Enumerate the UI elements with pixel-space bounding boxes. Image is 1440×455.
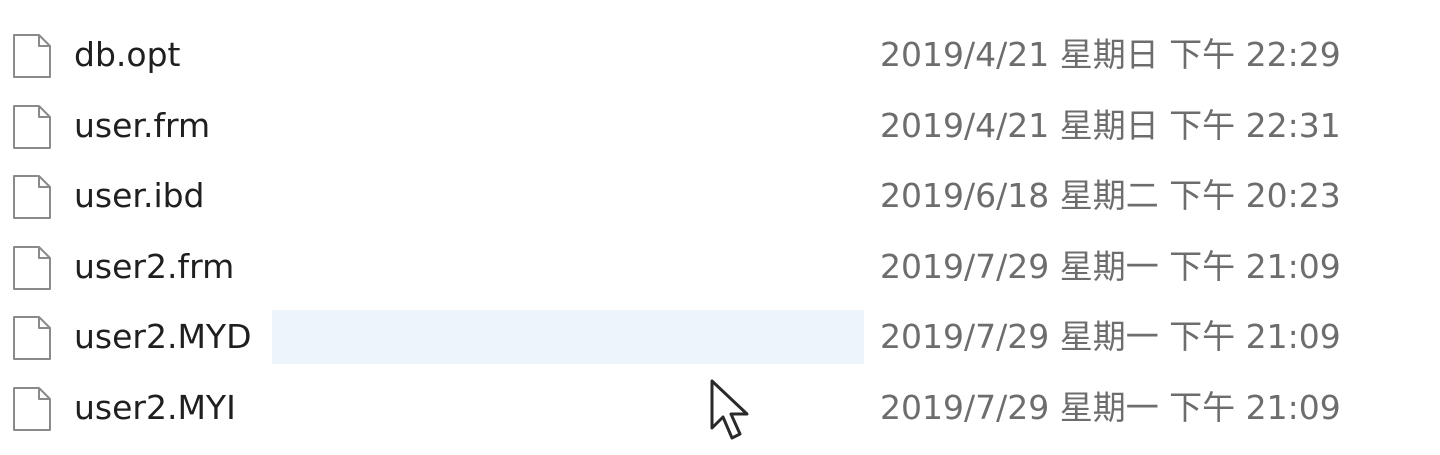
row-hover-highlight xyxy=(272,310,864,365)
file-icon xyxy=(12,386,52,432)
file-icon xyxy=(12,245,52,291)
file-modified-date: 2019/6/18 星期二 下午 20:23 xyxy=(880,176,1341,216)
file-modified-date: 2019/7/29 星期一 下午 21:09 xyxy=(880,317,1341,357)
file-icon xyxy=(12,174,52,220)
file-name: user2.MYI xyxy=(74,387,236,427)
file-modified-date: 2019/4/21 星期日 下午 22:31 xyxy=(880,105,1341,145)
mouse-pointer-icon xyxy=(708,378,756,444)
file-name: user2.MYD xyxy=(74,317,252,357)
file-name: user.ibd xyxy=(74,176,205,216)
file-row-user2-myd[interactable]: user2.MYD 2019/7/29 星期一 下午 21:09 xyxy=(0,302,1440,373)
file-name: user.frm xyxy=(74,105,211,145)
file-modified-date: 2019/7/29 星期一 下午 21:09 xyxy=(880,387,1341,427)
file-row-user2-frm[interactable]: user2.frm 2019/7/29 星期一 下午 21:09 xyxy=(0,232,1440,303)
file-modified-date: 2019/4/21 星期日 下午 22:29 xyxy=(880,35,1341,74)
file-row-db-opt[interactable]: db.opt 2019/4/21 星期日 下午 22:29 xyxy=(0,20,1440,91)
file-modified-date: 2019/7/29 星期一 下午 21:09 xyxy=(880,246,1341,286)
file-name: user2.frm xyxy=(74,246,235,286)
file-row-user-frm[interactable]: user.frm 2019/4/21 星期日 下午 22:31 xyxy=(0,91,1440,162)
file-name: db.opt xyxy=(74,35,181,74)
file-icon xyxy=(12,315,52,361)
file-icon xyxy=(12,33,52,79)
file-icon xyxy=(12,104,52,150)
file-row-user-ibd[interactable]: user.ibd 2019/6/18 星期二 下午 20:23 xyxy=(0,161,1440,232)
